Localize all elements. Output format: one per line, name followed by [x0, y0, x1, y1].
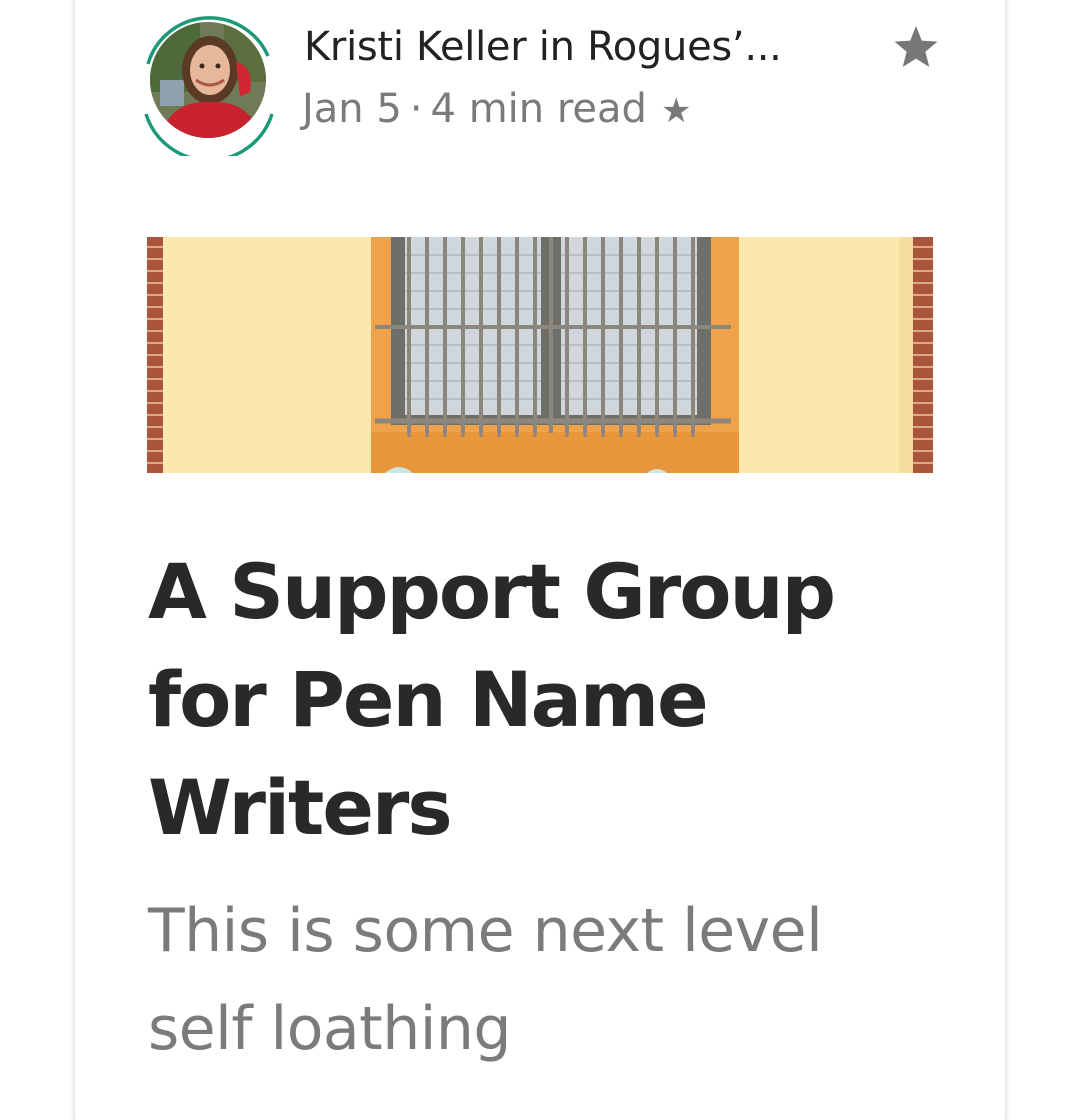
post-meta: Jan 5 · 4 min read ★ — [302, 86, 691, 132]
post-subtitle: This is some next level self loathing — [148, 896, 823, 1064]
post-date: Jan 5 — [302, 86, 402, 132]
author-avatar-button[interactable] — [140, 6, 276, 156]
read-time: 4 min read — [430, 86, 647, 132]
bookmark-star-icon[interactable] — [890, 22, 942, 74]
post-title[interactable]: A Support Group for Pen Name Writers — [148, 538, 908, 862]
author-publication-link[interactable]: Kristi Keller in Rogues’... — [304, 24, 782, 70]
hero-image[interactable] — [147, 237, 933, 473]
star-icon: ★ — [660, 91, 692, 131]
meta-separator: · — [409, 86, 423, 132]
avatar — [150, 22, 266, 138]
